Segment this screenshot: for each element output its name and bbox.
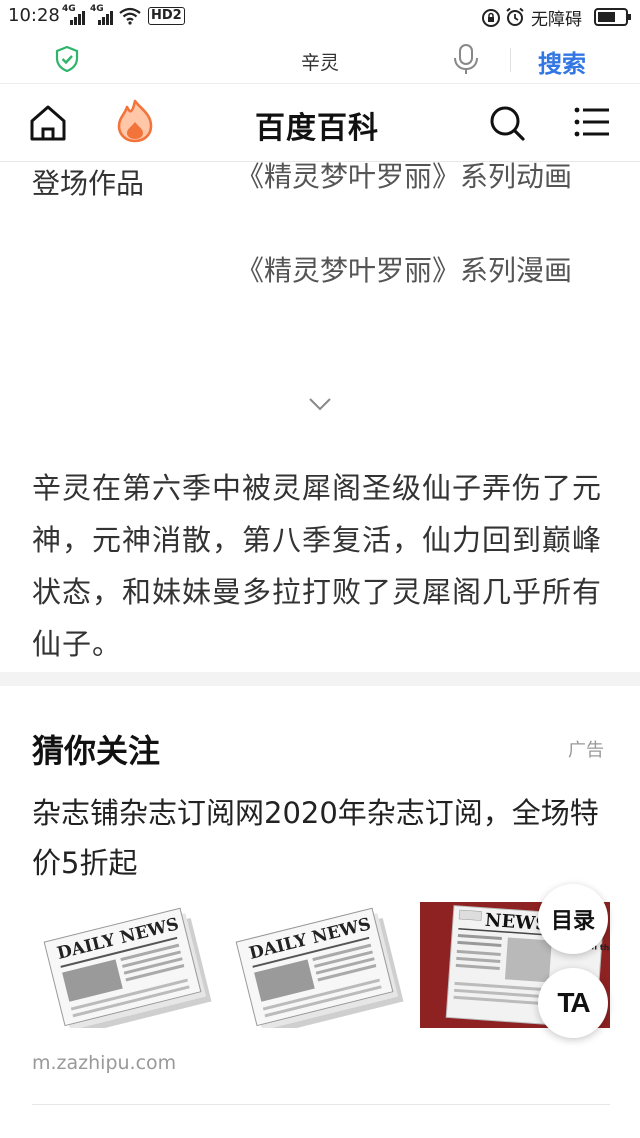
section-gap [0, 672, 640, 686]
ad-image-newspaper-2[interactable]: DAILY NEWS [228, 902, 418, 1028]
orientation-lock-icon [482, 9, 500, 27]
search-bar[interactable]: 辛灵 搜索 [0, 34, 640, 84]
page-title: 百度百科 [255, 111, 379, 146]
recommend-title: 猜你关注 [32, 732, 161, 770]
description-paragraph: 辛灵在第六季中被灵犀阁圣级仙子弄伤了元神，元神消散，第八季复活，仙力回到巅峰状态… [32, 471, 603, 661]
wifi-icon [119, 7, 141, 25]
baike-header: 百度百科 [0, 84, 640, 162]
info-value-work-2[interactable]: 《精灵梦叶罗丽》系列漫画 [236, 248, 596, 294]
search-button[interactable]: 搜索 [538, 44, 586, 79]
battery-icon [594, 8, 631, 26]
hot-flame-icon[interactable] [114, 98, 156, 144]
ta-button[interactable]: TA [538, 968, 608, 1038]
ad-label: 广告 [568, 740, 604, 761]
alarm-icon [506, 7, 524, 26]
ad-headline[interactable]: 杂志铺杂志订阅网2020年杂志订阅，全场特价5折起 [32, 788, 612, 888]
home-icon[interactable] [29, 104, 67, 142]
info-label: 登场作品 [32, 167, 145, 200]
hd-badge: HD2 [148, 7, 185, 25]
signal-icon [70, 11, 85, 25]
ad-image-newspaper-1[interactable]: DAILY NEWS [36, 902, 226, 1028]
divider [32, 1104, 610, 1105]
expand-chevron-down-icon[interactable] [308, 397, 332, 411]
search-query[interactable]: 辛灵 [270, 48, 370, 75]
accessibility-label: 无障碍 [531, 10, 582, 30]
table-of-contents-button[interactable]: 目录 [538, 884, 608, 954]
status-time: 10:28 [8, 5, 60, 26]
info-value-work-1[interactable]: 《精灵梦叶罗丽》系列动画 [236, 154, 596, 200]
microphone-icon[interactable] [452, 43, 480, 75]
search-icon[interactable] [488, 104, 526, 142]
ad-url[interactable]: m.zazhipu.com [32, 1052, 176, 1074]
menu-icon[interactable] [574, 106, 610, 138]
status-bar: 10:28 4G 4G HD2 无障碍 [0, 0, 640, 34]
shield-check-icon[interactable] [55, 46, 79, 72]
signal-icon-2 [98, 11, 113, 25]
search-divider [510, 48, 511, 72]
